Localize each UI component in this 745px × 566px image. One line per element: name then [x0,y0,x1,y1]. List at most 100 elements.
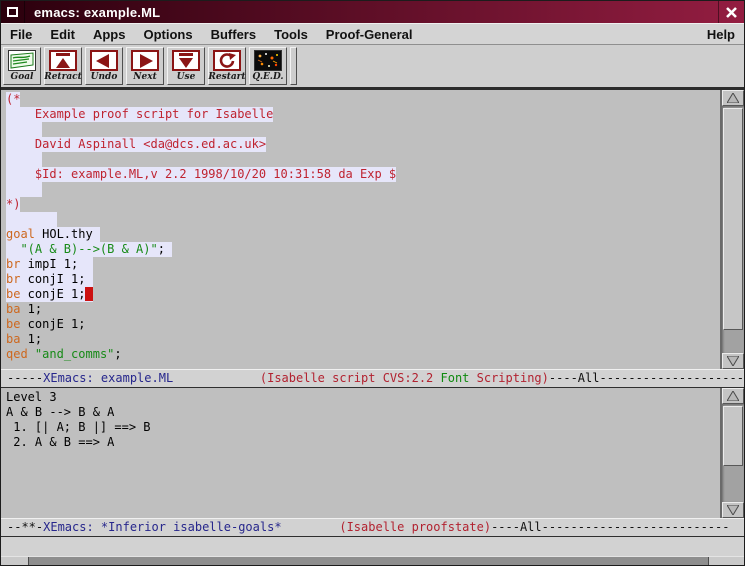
bottom-right-handle[interactable] [708,557,744,566]
retract-button-label: Retract [44,72,82,82]
code-line: goal HOL.thy [6,227,720,242]
menu-file[interactable]: File [10,27,32,42]
menu-bar: File Edit Apps Options Buffers Tools Pro… [1,23,744,45]
scroll-up-button[interactable] [722,90,744,106]
code-segment: "and_comms" [35,347,114,361]
scrollbar-track[interactable] [722,404,744,502]
window-title: emacs: example.ML [25,1,718,23]
goals-buffer[interactable]: Level 3A & B --> B & A 1. [| A; B |] ==>… [1,388,720,518]
next-icon [131,50,159,71]
next-button[interactable]: Next [126,47,164,85]
window-menu-square-icon [7,7,18,17]
goal-button-label: Goal [11,72,34,82]
code-line: qed "and_comms"; [6,347,720,362]
restart-icon [213,50,241,71]
code-line [6,152,720,167]
modeline-segment: Font [441,371,470,385]
code-segment: conjE 1; [20,317,85,331]
bottom-left-handle[interactable] [1,557,29,566]
code-line: David Aspinall <da@dcs.ed.ac.uk> [6,137,720,152]
goal-button[interactable]: Goal [3,47,41,85]
menu-proof-general[interactable]: Proof-General [326,27,413,42]
code-segment: br [6,272,20,286]
menu-options[interactable]: Options [143,27,192,42]
modeline-goals: --**-XEmacs: *Inferior isabelle-goals* (… [1,518,744,537]
menu-help[interactable]: Help [707,27,735,42]
retract-button[interactable]: Retract [44,47,82,85]
code-segment: conjE 1; [20,287,85,301]
text-cursor [85,287,92,301]
code-segment: *) [6,197,20,211]
code-segment: Level 3 [6,390,57,404]
proof-toolbar: Goal Retract Undo [1,45,744,90]
code-segment [6,242,20,256]
undo-button[interactable]: Undo [85,47,123,85]
code-segment: ; [158,242,172,256]
modeline-segment: ----All-------------------------- [549,371,744,385]
code-line: (* [6,92,720,107]
code-segment: qed [6,347,28,361]
modeline-segment: XEmacs: example.ML [43,371,173,385]
code-line: ba 1; [6,302,720,317]
qed-button[interactable]: Q.E.D. [249,47,287,85]
code-segment: impI 1; [20,257,92,271]
window-menu-button[interactable] [1,1,25,23]
undo-button-label: Undo [91,72,118,82]
arrow-up-icon [727,93,739,103]
code-line: Example proof script for Isabelle [6,107,720,122]
code-segment: HOL.thy [35,227,100,241]
restart-button[interactable]: Restart [208,47,246,85]
code-line: 1. [| A; B |] ==> B [6,420,720,435]
code-line [6,182,720,197]
scroll-up-button[interactable] [722,388,744,404]
code-line: $Id: example.ML,v 2.2 1998/10/20 10:31:5… [6,167,720,182]
code-segment [6,212,57,226]
bottom-track [29,557,708,566]
modeline-segment: Scripting) [469,371,548,385]
code-line: A & B --> B & A [6,405,720,420]
menu-tools[interactable]: Tools [274,27,308,42]
scrollbar-track[interactable] [722,106,744,353]
menu-buffers[interactable]: Buffers [211,27,257,42]
retract-icon [49,50,77,71]
code-line: 2. A & B ==> A [6,435,720,450]
modeline-segment: (Isabelle proofstate) [339,520,491,534]
title-bar[interactable]: emacs: example.ML [1,1,744,23]
restart-button-label: Restart [208,72,245,82]
script-buffer[interactable]: (* Example proof script for Isabelle Dav… [1,90,720,369]
scroll-down-button[interactable] [722,502,744,518]
menu-edit[interactable]: Edit [50,27,75,42]
scroll-down-button[interactable] [722,353,744,369]
goals-scrollbar[interactable] [720,388,744,518]
arrow-down-icon [727,505,739,515]
use-button[interactable]: Use [167,47,205,85]
modeline-segment: --**- [7,520,43,534]
code-segment: ; [114,347,121,361]
bottom-frame-strip [1,556,744,566]
code-segment: "(A & B)-->(B & A)" [20,242,157,256]
goal-script-icon [8,50,36,71]
echo-area[interactable] [1,537,744,556]
close-button[interactable] [718,1,744,23]
modeline-segment: ----- [7,371,43,385]
code-segment: conjI 1; [20,272,92,286]
x-close-icon [725,6,738,19]
scrollbar-thumb[interactable] [723,108,743,330]
code-segment: be [6,317,20,331]
undo-icon [90,50,118,71]
code-segment: goal [6,227,35,241]
code-segment: $Id: example.ML,v 2.2 1998/10/20 10:31:5… [6,167,396,181]
modeline-segment: XEmacs: *Inferior isabelle-goals* [43,520,281,534]
code-segment: 2. A & B ==> A [6,435,114,449]
code-segment: ba [6,302,20,316]
code-segment [6,152,42,166]
code-line: br conjI 1; [6,272,720,287]
code-line: "(A & B)-->(B & A)"; [6,242,720,257]
modeline-segment [173,371,260,385]
modeline-segment: ----All-------------------------- [491,520,729,534]
arrow-down-icon [727,356,739,366]
next-button-label: Next [133,72,156,82]
menu-apps[interactable]: Apps [93,27,126,42]
scrollbar-thumb[interactable] [723,406,743,466]
script-scrollbar[interactable] [720,90,744,369]
